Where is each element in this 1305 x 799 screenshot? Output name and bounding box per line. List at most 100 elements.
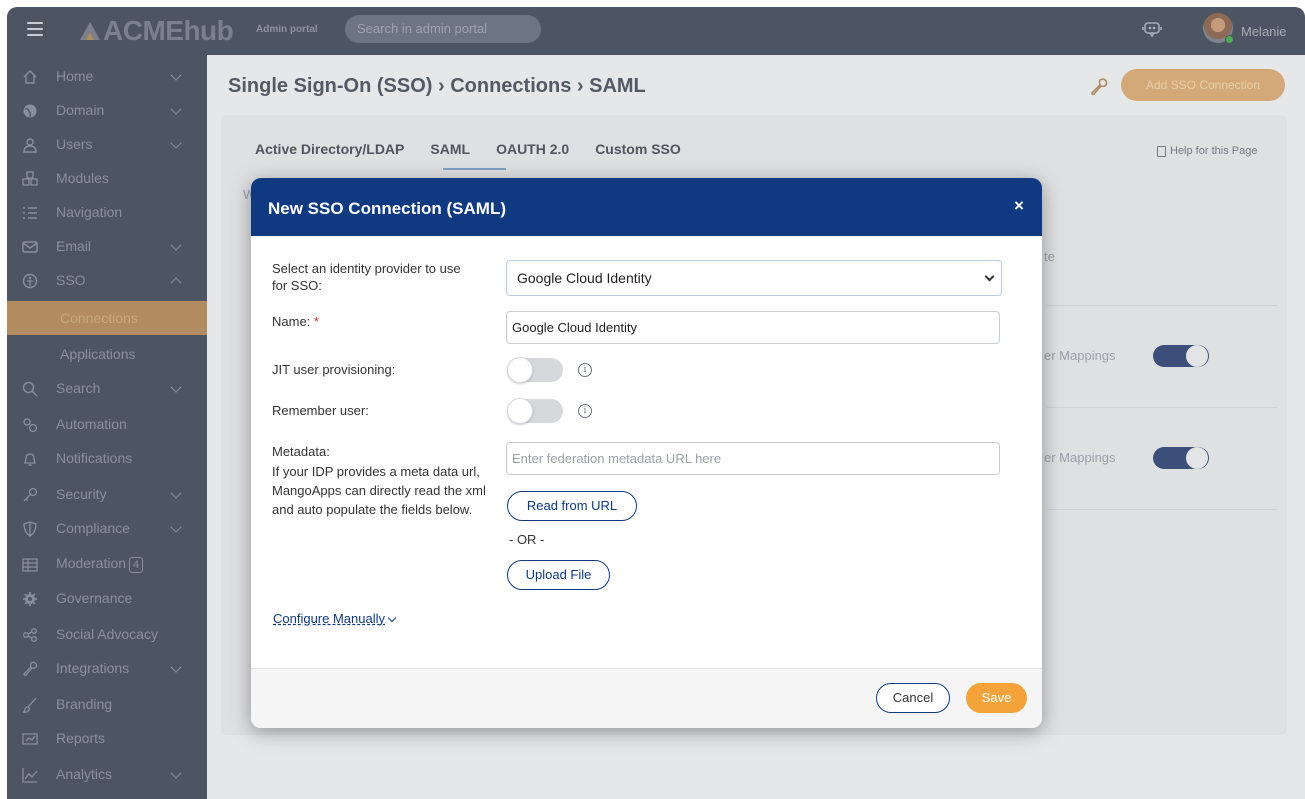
toggle-knob <box>507 398 533 424</box>
sidebar-item-users[interactable]: Users <box>7 127 207 161</box>
sidebar-item-label: Users <box>56 136 93 152</box>
sidebar-item-label: Social Advocacy <box>56 626 158 642</box>
sidebar-item-label: Moderation 4 <box>56 555 144 573</box>
toggle-knob <box>507 357 533 383</box>
sidebar-item-label: Domain <box>56 102 105 118</box>
configure-manually-link[interactable]: Configure Manually <box>273 611 397 626</box>
jit-provisioning-toggle[interactable] <box>507 357 563 383</box>
user-mappings-link[interactable]: er Mappings <box>1044 450 1116 465</box>
remember-user-toggle[interactable] <box>507 398 563 424</box>
sidebar-item-label: SSO <box>56 272 86 288</box>
sidebar-item-analytics[interactable]: Analytics <box>7 757 207 791</box>
sidebar-item-label: Analytics <box>56 766 113 782</box>
gears-icon <box>23 418 38 433</box>
sidebar-item-navigation[interactable]: Navigation <box>7 195 207 229</box>
sidebar-item-label: Reports <box>56 730 106 746</box>
sidebar-item-home[interactable]: Home <box>7 59 207 93</box>
user-mappings-link[interactable]: er Mappings <box>1044 348 1116 363</box>
chat-bot-icon[interactable] <box>1142 19 1162 39</box>
metadata-label: Metadata: <box>272 444 330 459</box>
sidebar-item-security[interactable]: Security <box>7 477 207 511</box>
wrench-icon[interactable] <box>1089 77 1109 97</box>
sidebar-item-label: Home <box>56 68 94 84</box>
remember-user-label: Remember user: <box>272 403 369 418</box>
sidebar-item-email[interactable]: Email <box>7 229 207 263</box>
home-icon <box>23 70 37 84</box>
chevron-down-icon <box>170 103 182 115</box>
sidebar-item-moderation[interactable]: Moderation 4 <box>7 547 207 581</box>
top-bar: ACMEhub Admin portal Search in admin por… <box>7 7 1305 55</box>
sidebar-item-governance[interactable]: Governance <box>7 581 207 615</box>
key-icon <box>23 487 38 502</box>
page-title-breadcrumb: Single Sign-On (SSO) › Connections › SAM… <box>228 75 646 97</box>
tab-oauth[interactable]: OAUTH 2.0 <box>496 141 569 157</box>
wrench-icon <box>23 661 38 676</box>
user-icon <box>23 138 37 153</box>
sidebar-item-domain[interactable]: Domain <box>7 93 207 127</box>
sidebar-item-branding[interactable]: Branding <box>7 687 207 721</box>
hamburger-menu-icon[interactable] <box>27 22 43 36</box>
portal-label: Admin portal <box>256 24 318 35</box>
sidebar-item-search[interactable]: Search <box>7 371 207 405</box>
connection-enabled-toggle[interactable] <box>1153 345 1209 367</box>
idp-label: Select an identity provider to use for S… <box>272 261 461 293</box>
help-link[interactable]: Help for this Page <box>1157 145 1257 157</box>
share-icon <box>23 628 37 642</box>
chevron-down-icon <box>984 271 995 282</box>
sidebar-item-label: Navigation <box>56 204 123 220</box>
app-logo[interactable]: ACMEhub <box>79 13 234 49</box>
chevron-up-icon <box>170 277 182 289</box>
metadata-help-text: If your IDP provides a meta data url, Ma… <box>272 464 486 517</box>
search-icon <box>22 381 38 397</box>
info-icon[interactable]: i <box>578 404 592 418</box>
save-button[interactable]: Save <box>966 683 1027 713</box>
upload-file-button[interactable]: Upload File <box>507 560 610 590</box>
table-icon <box>22 558 38 572</box>
close-icon[interactable]: × <box>1014 196 1024 216</box>
chevron-down-icon <box>387 613 397 623</box>
sidebar-item-reports[interactable]: Reports <box>7 721 207 755</box>
sidebar-item-social-advocacy[interactable]: Social Advocacy <box>7 617 207 651</box>
add-sso-connection-button[interactable]: Add SSO Connection <box>1121 69 1285 101</box>
sidebar-item-label: Automation <box>56 416 127 432</box>
tab-active-directory-ldap[interactable]: Active Directory/LDAP <box>255 141 404 157</box>
configure-manually-label: Configure Manually <box>273 611 386 626</box>
identity-provider-value: Google Cloud Identity <box>517 270 652 286</box>
sidebar-item-applications[interactable]: Applications <box>7 337 207 371</box>
user-name[interactable]: Melanie <box>1241 24 1287 39</box>
logo-mark-icon <box>80 22 100 40</box>
info-icon[interactable]: i <box>578 363 592 377</box>
modules-icon <box>22 171 38 186</box>
sidebar-item-label: Notifications <box>56 450 133 466</box>
sidebar-item-sso[interactable]: SSO <box>7 263 207 297</box>
tab-custom-sso[interactable]: Custom SSO <box>595 141 681 157</box>
jit-provisioning-label: JIT user provisioning: <box>272 362 396 377</box>
sidebar-item-compliance[interactable]: Compliance <box>7 511 207 545</box>
sidebar-item-label: Modules <box>56 170 109 186</box>
sidebar-item-automation[interactable]: Automation <box>7 407 207 441</box>
sidebar-item-notifications[interactable]: Notifications <box>7 441 207 475</box>
sidebar-item-integrations[interactable]: Integrations <box>7 651 207 685</box>
identity-provider-select[interactable]: Google Cloud Identity <box>506 260 1002 296</box>
name-label-text: Name: <box>272 314 311 329</box>
sidebar-item-label: Connections <box>60 310 138 326</box>
connection-enabled-toggle[interactable] <box>1153 447 1209 469</box>
tab-saml[interactable]: SAML <box>430 141 470 157</box>
cancel-button[interactable]: Cancel <box>876 683 950 713</box>
sidebar-item-label: Applications <box>60 346 136 362</box>
sidebar-item-modules[interactable]: Modules <box>7 161 207 195</box>
sidebar-item-connections[interactable]: Connections <box>7 301 207 335</box>
sidebar-item-label: Compliance <box>56 520 130 536</box>
name-field[interactable]: Google Cloud Identity <box>506 311 1000 344</box>
globe-icon <box>23 104 37 118</box>
background-text-fragment: te <box>1044 249 1055 264</box>
gear-icon <box>23 592 37 606</box>
required-asterisk: * <box>313 314 319 329</box>
sidebar-item-label: Branding <box>56 696 113 712</box>
moderation-count-badge: 4 <box>129 557 144 573</box>
read-from-url-button[interactable]: Read from URL <box>507 491 637 521</box>
search-input[interactable]: Search in admin portal <box>345 15 541 43</box>
chevron-down-icon <box>170 381 182 393</box>
sidebar-item-label: Security <box>56 486 107 502</box>
metadata-url-input[interactable]: Enter federation metadata URL here <box>506 442 1000 475</box>
